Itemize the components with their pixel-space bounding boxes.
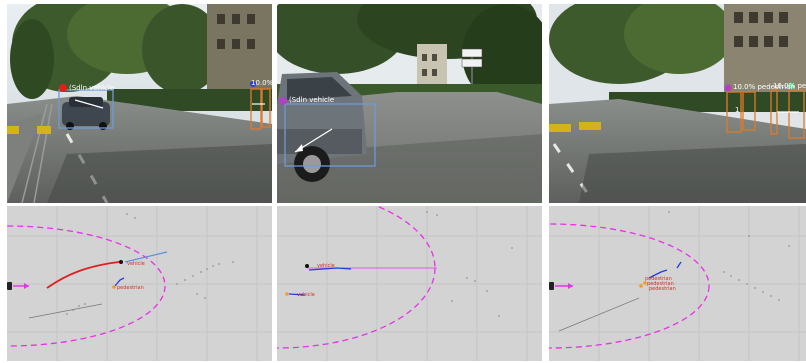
map-grid — [549, 206, 806, 361]
pedestrian-track — [676, 261, 682, 269]
map-label-vehicle: vehicle — [297, 292, 315, 298]
map-grid — [277, 206, 542, 361]
track-marker — [59, 84, 67, 92]
track-marker — [724, 84, 732, 92]
tracked-object-marker — [285, 292, 289, 296]
track-id-label: 1 — [735, 106, 739, 114]
tracked-object-marker — [639, 284, 643, 288]
lidar-points — [668, 211, 790, 301]
map-label-pedestrian: pedestrian — [649, 286, 676, 292]
detection-label-vehicle: (Sdln vehicle — [69, 84, 114, 92]
track-marker — [279, 97, 287, 105]
ego-vehicle-icon — [7, 282, 12, 290]
street-sign — [461, 58, 483, 68]
detection-range-ellipse — [277, 206, 436, 349]
map-label-vehicle: vehicle — [317, 263, 335, 269]
bev-map-3: pedestrian pedestrian pedestrian — [549, 206, 806, 361]
detected-car — [62, 97, 110, 130]
bev-map-1: pedestrian vehicle — [7, 206, 272, 361]
ego-vehicle-icon — [549, 282, 554, 290]
detection-label-vehicle: (Sdln vehicle — [289, 96, 334, 104]
camera-view-1: (Sdln vehicle 10.0% pedestrian — [7, 4, 272, 203]
map-label-pedestrian: pedestrian — [117, 285, 144, 291]
detection-label-pedestrian: 10.0% pedestrian — [251, 79, 272, 87]
tracked-object-marker — [112, 285, 116, 289]
lidar-points — [426, 211, 513, 317]
camera-view-2: (Sdln vehicle — [277, 4, 542, 203]
lidar-points — [66, 213, 234, 315]
bev-map-2: vehicle vehicle — [277, 206, 542, 361]
camera-view-3: 10.0% pedestrian 10.0% pedestrian 1 — [549, 4, 806, 203]
map-grid — [7, 206, 272, 361]
detection-label-pedestrian: 10.0% pedestrian — [773, 82, 806, 90]
tracked-object-marker — [119, 260, 123, 264]
map-label-vehicle: vehicle — [127, 261, 145, 267]
street-sign — [461, 48, 483, 58]
ego-vehicle-icon — [305, 264, 309, 268]
